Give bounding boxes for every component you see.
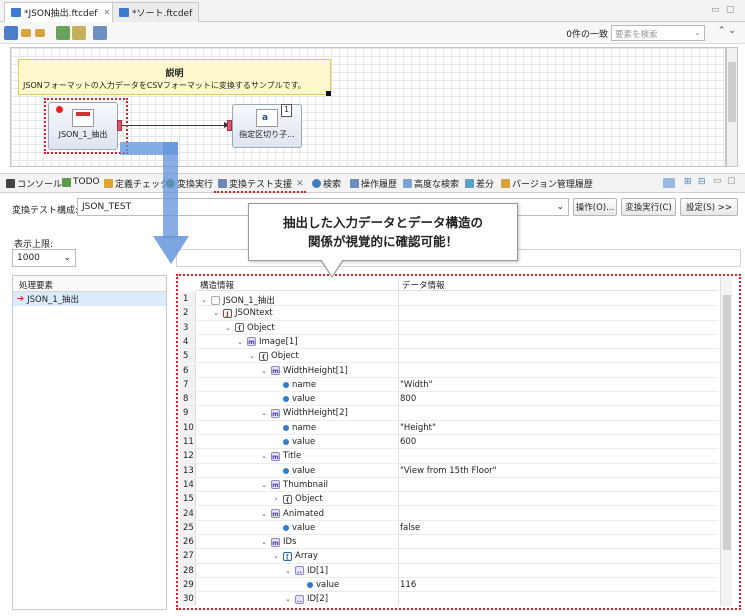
history-icon	[350, 179, 359, 188]
tab-version-history[interactable]: バージョン管理履歴	[501, 177, 593, 190]
process-element-label: JSON_1_抽出	[27, 295, 79, 305]
chevron-down-icon: ⌄	[63, 253, 71, 263]
tab-history[interactable]: 操作履歴	[350, 177, 397, 190]
annotation-arrow-head	[153, 236, 189, 264]
chevron-down-icon[interactable]: ⌄	[694, 28, 701, 38]
limit-select[interactable]: 1000 ⌄	[12, 249, 76, 267]
process-element-header: 処理要素	[13, 276, 166, 292]
search-icon	[312, 179, 321, 188]
console-icon	[6, 179, 15, 188]
back-icon[interactable]	[21, 29, 31, 37]
tab-label: コンソール	[17, 180, 63, 190]
search-input[interactable]: 要素を検索 ⌄	[611, 25, 705, 41]
tab-label: TODO	[73, 177, 100, 187]
config-value: JSON_TEST	[82, 202, 132, 212]
tab-label: 定義チェック	[115, 180, 170, 190]
process-element-item[interactable]: ➔ JSON_1_抽出	[13, 292, 166, 306]
version-icon	[501, 179, 510, 188]
note-title: 説明	[165, 69, 184, 79]
match-count: 0件の一致	[566, 30, 608, 40]
description-note[interactable]: 説明 JSONフォーマットの入力データをCSVフォーマットに変換するサンプルです…	[18, 59, 331, 95]
settings-button[interactable]: 設定(S) >>	[680, 198, 738, 216]
maximize-icon[interactable]: ▢	[726, 5, 735, 15]
process-element-panel: 処理要素 ➔ JSON_1_抽出	[12, 275, 167, 610]
diff-icon	[465, 179, 474, 188]
tab-diff[interactable]: 差分	[465, 177, 494, 190]
note-body: JSONフォーマットの入力データをCSVフォーマットに変換するサンプルです。	[23, 81, 306, 90]
note-resize-handle[interactable]	[326, 91, 331, 96]
operate-button[interactable]: 操作(O)...	[573, 198, 617, 216]
view-menu-icon[interactable]	[663, 178, 675, 188]
close-icon[interactable]: ✕	[103, 8, 110, 17]
search-nav-arrows[interactable]: ⌃⌄	[718, 26, 739, 36]
callout-pointer-fill	[321, 259, 343, 276]
warning-icon	[104, 179, 113, 188]
canvas-scrollbar[interactable]	[726, 47, 738, 167]
annotation-arrow	[163, 142, 178, 238]
editor-tab-sort[interactable]: *ソート.ftcdef	[112, 2, 200, 22]
maximize-icon[interactable]: ▢	[727, 176, 736, 186]
search-placeholder: 要素を検索	[615, 30, 658, 40]
editor-tab-bar: *JSON抽出.ftcdef ✕ *ソート.ftcdef ▭ ▢	[0, 0, 745, 22]
collapse-all-icon[interactable]: ⊟	[698, 177, 706, 187]
connection-line[interactable]	[122, 125, 228, 126]
node-count-badge: 1	[281, 104, 292, 117]
limit-value: 1000	[17, 253, 40, 263]
chevron-down-icon: ⌄	[556, 202, 564, 212]
tab-label: 操作履歴	[361, 180, 398, 190]
layout-icon[interactable]	[93, 26, 107, 40]
toolbar: 0件の一致 要素を検索 ⌄ ⌃⌄	[0, 22, 745, 44]
tab-advanced-search[interactable]: 高度な検索	[403, 177, 459, 190]
callout-line-2: 関係が視覚的に確認可能！	[307, 234, 458, 249]
forward-icon[interactable]	[35, 29, 45, 37]
flow-icon[interactable]	[4, 26, 18, 40]
annotation-red-box-tree	[176, 274, 741, 610]
annotation-underline-tab	[214, 176, 306, 193]
todo-icon	[62, 177, 71, 187]
config-label: 変換テスト構成:	[12, 206, 79, 216]
definition-file-icon	[119, 8, 129, 17]
annotation-red-box-node	[44, 98, 128, 154]
delimited-file-icon: a	[256, 109, 278, 127]
minimize-icon[interactable]: ▭	[713, 176, 722, 186]
tab-todo[interactable]: TODO	[62, 177, 100, 187]
tab-label: 差分	[476, 180, 495, 190]
editor-tab-json[interactable]: *JSON抽出.ftcdef ✕	[4, 2, 118, 22]
minimize-icon[interactable]: ▭	[711, 5, 720, 15]
edit-icon[interactable]	[72, 26, 86, 40]
view-tab-bar: コンソール TODO 定義チェック 変換実行 変換テスト支援 ✕ 検索 操作履歴 …	[0, 173, 745, 193]
node-label: 指定区切り子...	[239, 130, 295, 139]
tab-search[interactable]: 検索	[312, 177, 341, 190]
run-conversion-button[interactable]: 変換実行(C)	[621, 198, 676, 216]
extract-arrow-icon: ➔	[17, 294, 25, 304]
callout-line-1: 抽出した入力データとデータ構造の	[282, 215, 483, 230]
tab-console[interactable]: コンソール	[6, 177, 62, 190]
editor-tab-label: *ソート.ftcdef	[132, 9, 193, 19]
definition-file-icon	[11, 8, 21, 17]
import-icon[interactable]	[56, 26, 70, 40]
tab-label: 高度な検索	[414, 180, 460, 190]
expand-all-icon[interactable]: ⊞	[684, 177, 692, 187]
tab-label: 変換実行	[177, 180, 214, 190]
tab-label: 検索	[323, 180, 342, 190]
tab-label: バージョン管理履歴	[512, 180, 593, 190]
editor-tab-label: *JSON抽出.ftcdef	[24, 9, 98, 19]
advanced-search-icon	[403, 179, 412, 188]
annotation-callout: 抽出した入力データとデータ構造の 関係が視覚的に確認可能！	[248, 203, 518, 261]
tab-definition-check[interactable]: 定義チェック	[104, 177, 169, 190]
